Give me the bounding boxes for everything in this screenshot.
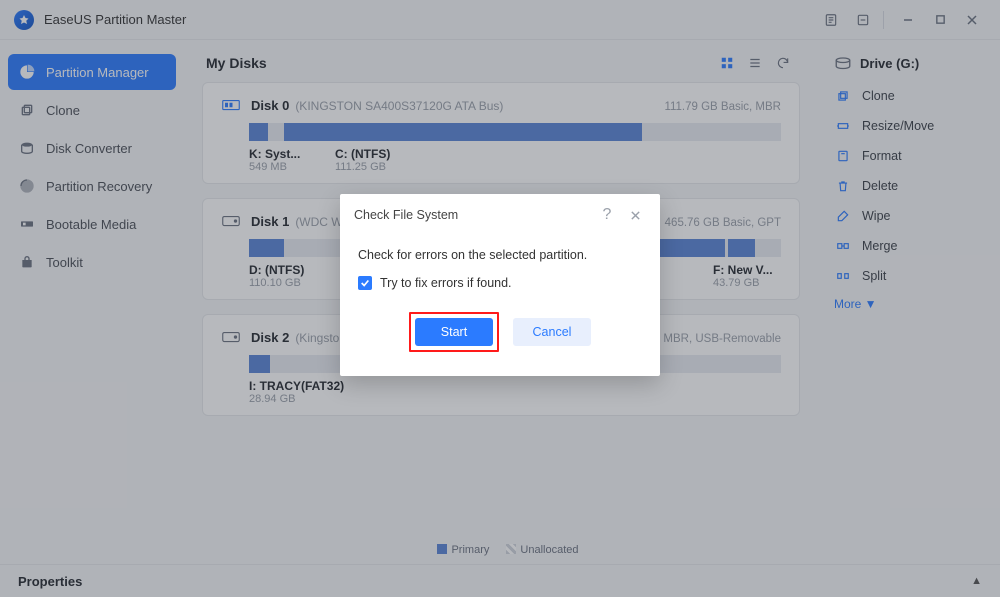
modal-text: Check for errors on the selected partiti… — [358, 248, 642, 262]
cancel-button[interactable]: Cancel — [513, 318, 591, 346]
start-button-highlight: Start — [409, 312, 499, 352]
start-button[interactable]: Start — [415, 318, 493, 346]
modal-title: Check File System — [354, 208, 458, 222]
check-filesystem-modal: Check File System ? Check for errors on … — [340, 194, 660, 376]
checkbox-label: Try to fix errors if found. — [380, 276, 512, 290]
fix-errors-checkbox[interactable] — [358, 276, 372, 290]
help-button[interactable]: ? — [596, 204, 618, 226]
modal-close-button[interactable] — [624, 204, 646, 226]
